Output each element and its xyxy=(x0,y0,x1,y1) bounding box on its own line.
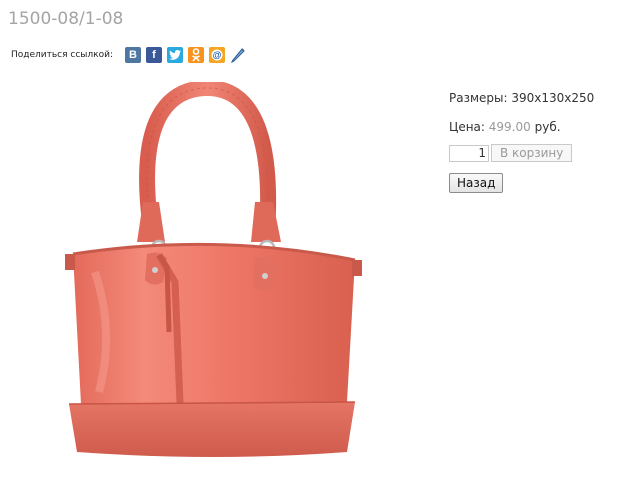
sizes-label: Размеры: xyxy=(449,91,508,105)
sizes-value: 390x130x250 xyxy=(511,91,595,105)
vkontakte-icon[interactable]: B xyxy=(124,47,141,63)
livejournal-icon[interactable] xyxy=(230,47,246,63)
product-info: Размеры: 390x130x250 Цена: 499.00 руб. xyxy=(449,88,594,137)
price-currency: руб. xyxy=(534,120,561,134)
share-label: Поделиться ссылкой: xyxy=(11,50,113,60)
add-to-cart-button[interactable]: В корзину xyxy=(491,144,573,162)
price-line: Цена: 499.00 руб. xyxy=(449,117,594,137)
price-label: Цена: xyxy=(449,120,485,134)
share-bar: Поделиться ссылкой: B f @ xyxy=(11,46,251,64)
mail-ru-icon[interactable]: @ xyxy=(208,47,225,63)
quantity-input[interactable] xyxy=(449,144,489,162)
svg-text:@: @ xyxy=(213,50,222,60)
back-button[interactable]: Назад xyxy=(449,173,504,193)
sizes-line: Размеры: 390x130x250 xyxy=(449,88,594,108)
twitter-icon[interactable] xyxy=(166,47,183,63)
odnoklassniki-icon[interactable] xyxy=(187,47,204,63)
price-value: 499.00 xyxy=(488,120,531,134)
facebook-icon[interactable]: f xyxy=(145,47,162,63)
product-image[interactable] xyxy=(55,80,375,477)
product-title: 1500-08/1-08 xyxy=(8,9,124,29)
add-to-cart-form: В корзину xyxy=(449,144,573,162)
handbag-illustration xyxy=(65,80,362,457)
